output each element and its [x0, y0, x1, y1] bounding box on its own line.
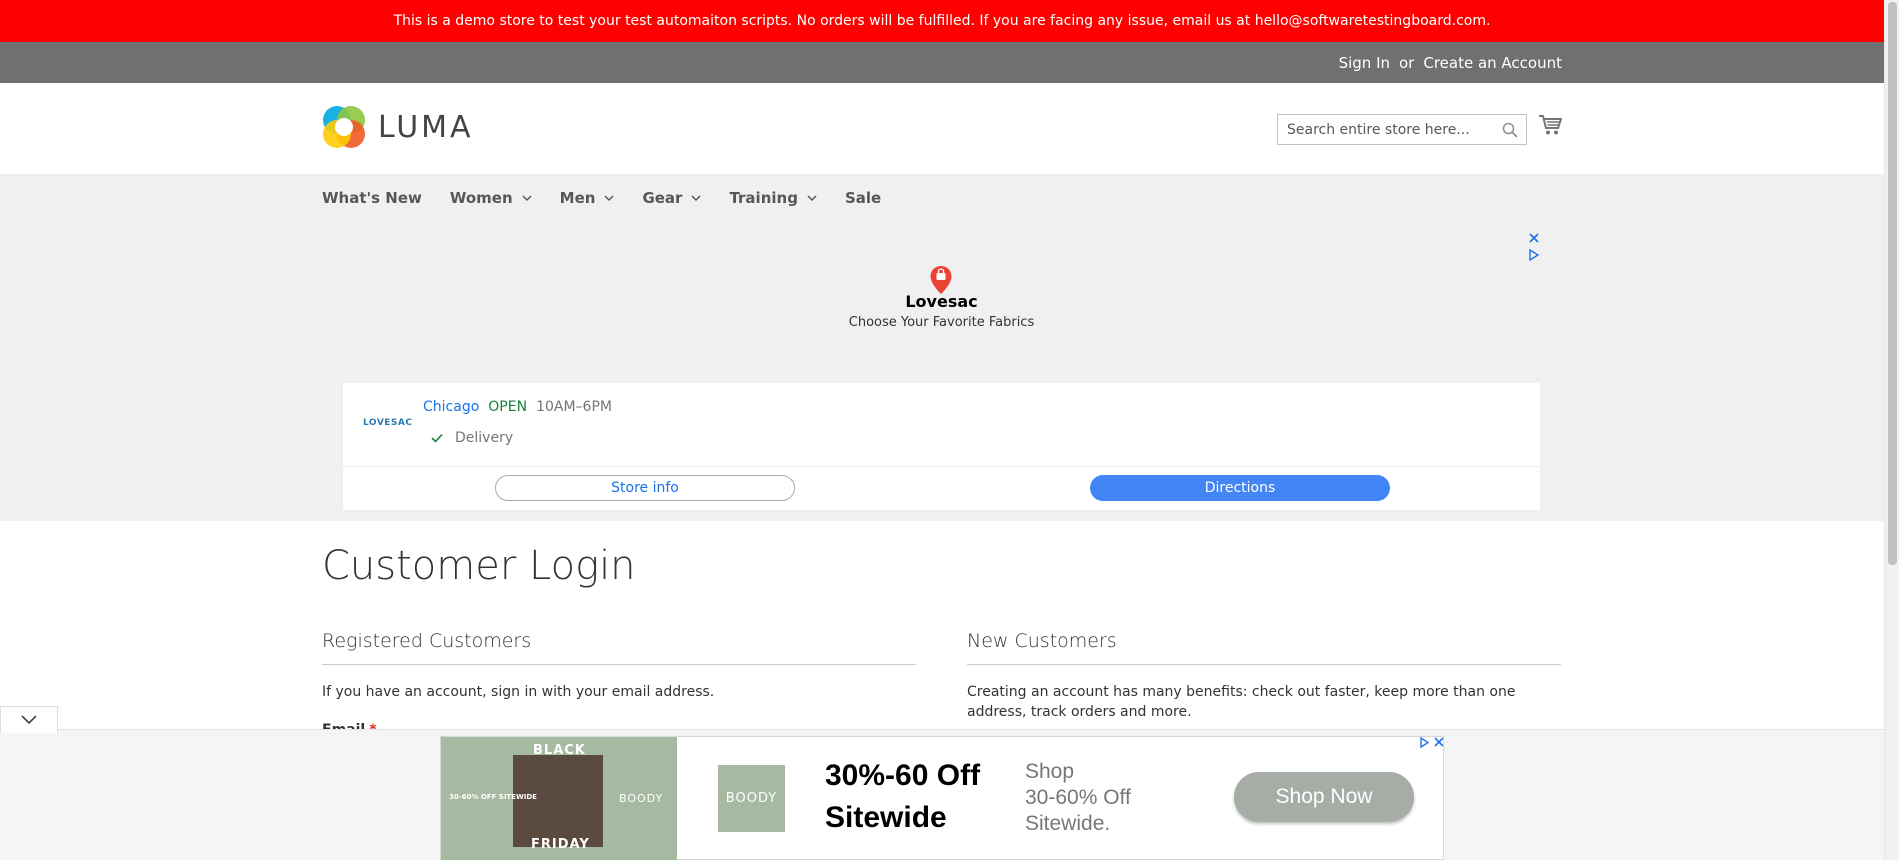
nav-item-gear[interactable]: Gear	[642, 189, 701, 207]
store-info-row: Chicago OPEN 10AM–6PM	[423, 399, 612, 415]
chevron-down-icon	[21, 715, 37, 725]
demo-notice-bar: This is a demo store to test your test a…	[0, 0, 1884, 42]
ad-thumb-brand: BOODY	[619, 792, 664, 805]
nav-item-label: Gear	[642, 188, 683, 207]
registered-customers-title: Registered Customers	[322, 630, 916, 665]
search-icon[interactable]	[1502, 122, 1518, 138]
ad-headline: 30%-60 Off Sitewide	[825, 755, 980, 839]
nav-menu: What's New Women Men Gear Training Sale	[322, 174, 909, 221]
nav-item-label: What's New	[322, 188, 422, 207]
ad-thumb-percent: 30-60% OFF SITEWIDE	[449, 793, 537, 801]
map-pin-icon	[930, 266, 952, 294]
new-customers-text: Creating an account has many benefits: c…	[967, 684, 1516, 720]
collapse-ad-button[interactable]	[0, 706, 58, 733]
ad-store-tagline: Choose Your Favorite Fabrics	[848, 315, 1035, 330]
ad-subtext-line3: Sitewide.	[1025, 812, 1111, 835]
ad-subtext-line2: 30-60% Off	[1025, 786, 1131, 809]
store-card[interactable]: LOVESAC Chicago OPEN 10AM–6PM Delivery S…	[343, 383, 1540, 510]
ad-thumb-top-text: BLACK	[533, 743, 586, 758]
shop-now-button[interactable]: Shop Now	[1234, 772, 1414, 822]
nav-item-whats-new[interactable]: What's New	[322, 189, 422, 207]
search-box[interactable]	[1277, 114, 1527, 145]
nav-item-label: Men	[559, 188, 596, 207]
delivery-feature: Delivery	[431, 430, 513, 446]
ad-subtext: Shop 30-60% Off Sitewide.	[1025, 759, 1131, 837]
ad-close-icon[interactable]	[1529, 233, 1539, 243]
store-map-ad[interactable]: Lovesac Choose Your Favorite Fabrics LOV…	[343, 230, 1540, 510]
checkmark-icon	[431, 433, 443, 443]
card-divider	[343, 466, 1540, 467]
close-icon[interactable]	[1434, 737, 1444, 747]
chevron-down-icon	[604, 194, 614, 201]
store-city: Chicago	[423, 399, 480, 415]
store-info-button[interactable]: Store info	[495, 475, 795, 501]
new-customers-block: New Customers Creating an account has ma…	[967, 630, 1561, 722]
demo-notice-text: This is a demo store to test your test a…	[393, 13, 1491, 29]
chevron-down-icon	[522, 194, 532, 201]
ad-headline-line2: Sitewide	[825, 801, 947, 834]
luma-logo-icon	[323, 106, 365, 148]
ad-thumbnail: BLACK FRIDAY 30-60% OFF SITEWIDE BOODY	[441, 737, 677, 860]
ad-store-name: Lovesac	[905, 292, 978, 311]
registered-customers-text: If you have an account, sign in with you…	[322, 684, 715, 700]
boody-logo: BOODY	[718, 765, 785, 832]
create-account-link[interactable]: Create an Account	[1423, 54, 1562, 72]
bottom-banner-ad[interactable]: BLACK FRIDAY 30-60% OFF SITEWIDE BOODY B…	[440, 736, 1444, 860]
top-links-bar: Sign In or Create an Account	[0, 42, 1884, 83]
logo-text: LUMA	[378, 109, 474, 145]
nav-item-label: Training	[729, 188, 798, 207]
chevron-down-icon	[691, 194, 701, 201]
registered-customers-block: Registered Customers If you have an acco…	[322, 630, 916, 702]
ad-headline-line1: 30%-60 Off	[825, 759, 981, 792]
nav-item-label: Women	[449, 188, 513, 207]
search-input[interactable]	[1287, 121, 1497, 138]
delivery-label: Delivery	[455, 430, 514, 446]
account-links: Sign In or Create an Account	[1339, 42, 1562, 83]
nav-item-sale[interactable]: Sale	[845, 189, 881, 207]
lovesac-logo: LOVESAC	[363, 418, 413, 428]
luma-logo[interactable]: LUMA	[322, 105, 474, 149]
map-ad-banner[interactable]: Lovesac Choose Your Favorite Fabrics	[343, 230, 1540, 383]
directions-button[interactable]: Directions	[1090, 475, 1390, 501]
ad-controls	[1419, 737, 1444, 748]
scrollbar-thumb[interactable]	[1888, 2, 1897, 565]
ad-subtext-line1: Shop	[1025, 760, 1075, 783]
nav-item-training[interactable]: Training	[729, 188, 817, 207]
or-text: or	[1399, 53, 1415, 72]
store-hours: 10AM–6PM	[536, 399, 612, 415]
page-scrollbar[interactable]	[1884, 0, 1899, 860]
cart-icon[interactable]	[1538, 114, 1562, 136]
site-header: LUMA	[0, 83, 1884, 174]
adchoices-icon[interactable]	[1528, 249, 1540, 261]
adchoices-icon[interactable]	[1419, 737, 1430, 748]
nav-item-men[interactable]: Men	[560, 189, 615, 207]
sign-in-link[interactable]: Sign In	[1339, 54, 1390, 72]
ad-thumb-bottom-text: FRIDAY	[531, 837, 590, 852]
new-customers-title: New Customers	[967, 630, 1561, 665]
chevron-down-icon	[807, 194, 817, 201]
nav-item-label: Sale	[844, 188, 882, 207]
nav-item-women[interactable]: Women	[450, 189, 532, 207]
store-status: OPEN	[488, 399, 528, 415]
page: This is a demo store to test your test a…	[0, 0, 1899, 860]
page-title: Customer Login	[322, 543, 636, 589]
